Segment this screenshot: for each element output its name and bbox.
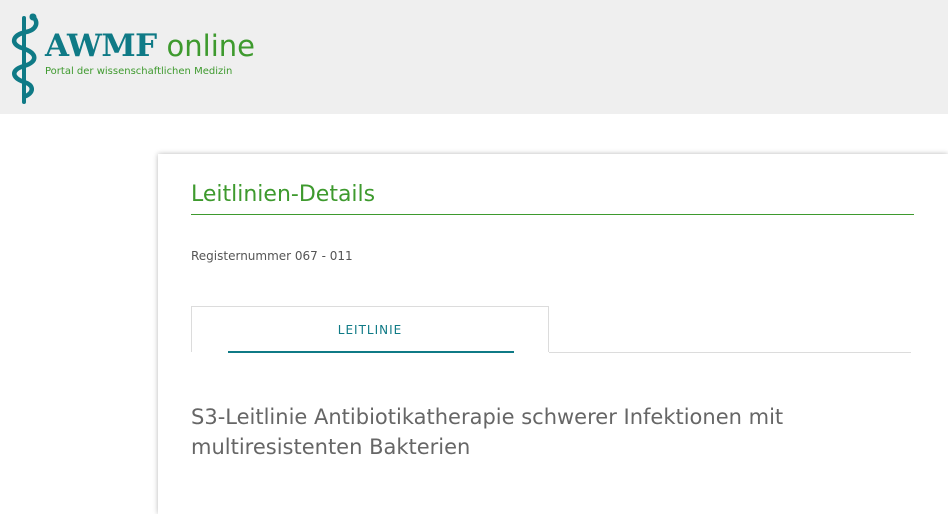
section-title: Leitlinien-Details: [191, 182, 376, 207]
logo-brand: AWMF: [45, 28, 157, 64]
section-divider: [191, 214, 914, 215]
guideline-details-card: Leitlinien-Details Registernummer 067 - …: [158, 154, 948, 514]
awmf-logo-link[interactable]: AWMF online Portal der wissenschaftliche…: [4, 12, 304, 104]
logo-suffix: online: [166, 29, 255, 63]
logo-tagline: Portal der wissenschaftlichen Medizin: [45, 66, 233, 77]
logo-title: AWMF online: [45, 28, 255, 64]
guideline-title: S3-Leitlinie Antibiotikatherapie schwere…: [191, 405, 784, 459]
active-tab-indicator: [228, 351, 514, 353]
register-number: Registernummer 067 - 011: [191, 249, 353, 263]
tabs-divider: [549, 352, 911, 353]
tab-label: LEITLINIE: [337, 323, 403, 337]
tab-leitlinie[interactable]: LEITLINIE: [191, 306, 549, 353]
site-header: AWMF online Portal der wissenschaftliche…: [0, 0, 948, 114]
staff-of-asclepius-icon: [12, 13, 39, 104]
